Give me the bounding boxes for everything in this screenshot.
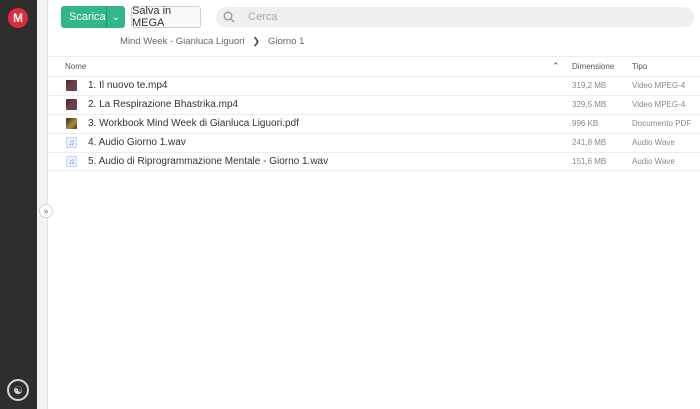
file-size: 996 KB <box>572 119 599 128</box>
sort-ascending-icon[interactable]: ⌃ <box>552 61 560 72</box>
table-row[interactable]: ♫ 4. Audio Giorno 1.wav 241,8 MB Audio W… <box>48 133 700 152</box>
file-name: 4. Audio Giorno 1.wav <box>88 137 186 148</box>
file-name: 5. Audio di Riprogrammazione Mentale - G… <box>88 156 329 167</box>
chevron-right-icon: ❯ <box>252 36 260 46</box>
breadcrumb: Mind Week - Gianluca Liguori ❯ Giorno 1 <box>120 36 304 47</box>
account-icon[interactable]: ☯ <box>7 379 29 401</box>
pdf-thumbnail-icon <box>66 118 77 129</box>
search-bar[interactable] <box>216 7 694 27</box>
mega-logo[interactable]: M <box>8 8 28 28</box>
file-type: Video MPEG-4 <box>632 100 686 109</box>
file-list: 1. Il nuovo te.mp4 319,2 MB Video MPEG-4… <box>48 76 700 171</box>
column-header-type[interactable]: Tipo <box>632 62 647 71</box>
audio-file-icon: ♫ <box>66 156 77 167</box>
app-window: M ☯ » Scarica ⌄ Salva in MEGA Mind Week … <box>0 0 700 409</box>
chevron-down-icon[interactable]: ⌄ <box>107 12 125 23</box>
table-row[interactable]: 3. Workbook Mind Week di Gianluca Liguor… <box>48 114 700 133</box>
header-divider <box>48 56 700 57</box>
file-name: 3. Workbook Mind Week di Gianluca Liguor… <box>88 118 299 129</box>
file-type: Documento PDF <box>632 119 692 128</box>
table-row[interactable]: 2. La Respirazione Bhastrika.mp4 329,5 M… <box>48 95 700 114</box>
expand-sidebar-icon[interactable]: » <box>39 204 53 218</box>
file-type: Audio Wave <box>632 157 675 166</box>
breadcrumb-folder[interactable]: Mind Week - Gianluca Liguori <box>120 36 244 47</box>
file-size: 329,5 MB <box>572 100 607 109</box>
table-header: Nome ⌃ Dimensione Tipo <box>48 58 700 76</box>
search-input[interactable] <box>248 11 648 23</box>
download-label: Scarica <box>69 11 106 23</box>
file-type: Video MPEG-4 <box>632 81 686 90</box>
file-name: 1. Il nuovo te.mp4 <box>88 80 168 91</box>
video-thumbnail-icon <box>66 80 77 91</box>
column-header-size[interactable]: Dimensione <box>572 62 614 71</box>
left-rail: M ☯ <box>0 0 37 409</box>
audio-file-icon: ♫ <box>66 137 77 148</box>
video-thumbnail-icon <box>66 99 77 110</box>
file-size: 151,6 MB <box>572 157 607 166</box>
save-to-mega-button[interactable]: Salva in MEGA <box>131 5 201 29</box>
file-name: 2. La Respirazione Bhastrika.mp4 <box>88 99 239 110</box>
column-header-name[interactable]: Nome <box>65 62 86 71</box>
file-type: Audio Wave <box>632 138 675 147</box>
download-button[interactable]: Scarica ⌄ <box>61 6 125 28</box>
file-size: 319,2 MB <box>572 81 607 90</box>
breadcrumb-current: Giorno 1 <box>267 36 305 47</box>
search-icon <box>223 11 235 23</box>
table-row[interactable]: ♫ 5. Audio di Riprogrammazione Mentale -… <box>48 152 700 171</box>
file-size: 241,8 MB <box>572 138 607 147</box>
table-row[interactable]: 1. Il nuovo te.mp4 319,2 MB Video MPEG-4 <box>48 76 700 95</box>
